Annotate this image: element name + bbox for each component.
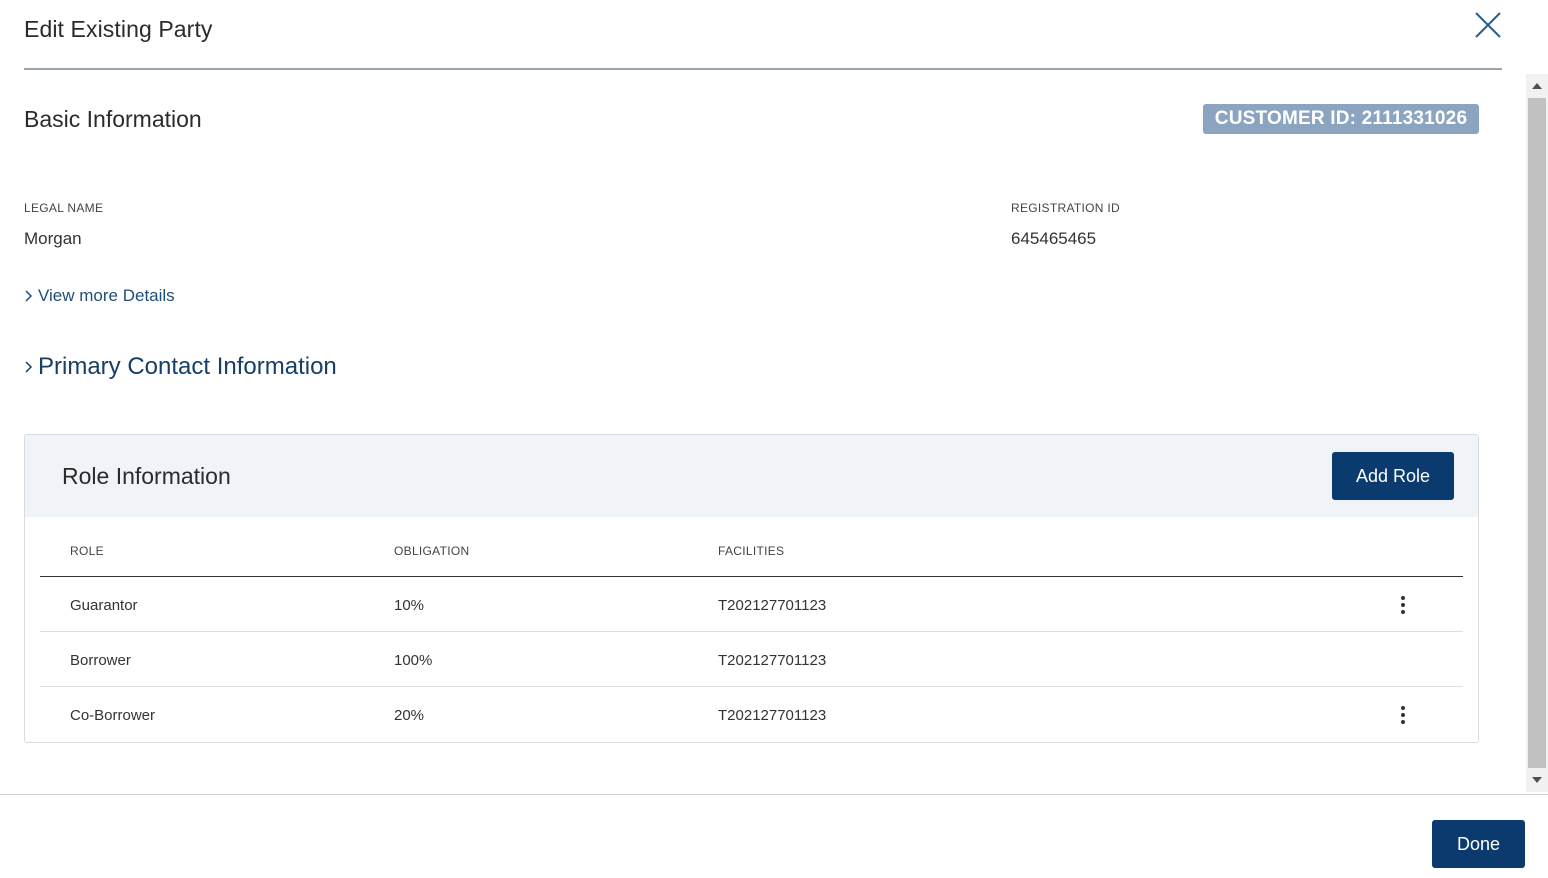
role-table: ROLE OBLIGATION FACILITIES Guarantor 10%… [40, 517, 1463, 742]
registration-id-value: 645465465 [1011, 229, 1097, 248]
role-info-title: Role Information [62, 463, 231, 489]
modal-footer: Done [0, 794, 1548, 878]
role-cell: Co-Borrower [70, 707, 156, 724]
obligation-cell: 10% [394, 597, 425, 614]
primary-contact-label: Primary Contact Information [38, 353, 337, 380]
legal-name-label: LEGAL NAME [24, 201, 104, 215]
kebab-menu-icon[interactable] [1395, 704, 1411, 726]
column-header-obligation: OBLIGATION [394, 544, 470, 558]
obligation-cell: 100% [394, 652, 433, 669]
scroll-up-arrow-icon[interactable] [1526, 76, 1548, 96]
modal-body: Basic Information CUSTOMER ID: 211133102… [0, 72, 1524, 794]
table-row: Co-Borrower 20% T202127701123 [40, 687, 1463, 742]
close-icon[interactable] [1474, 10, 1502, 40]
view-more-details-link[interactable]: View more Details [24, 286, 175, 306]
facilities-cell: T202127701123 [718, 597, 827, 614]
role-card-header: Role Information Add Role [25, 435, 1478, 517]
legal-name-value: Morgan [24, 229, 82, 248]
view-more-details-label: View more Details [38, 286, 175, 305]
primary-contact-toggle[interactable]: Primary Contact Information [24, 353, 337, 381]
customer-id-badge: CUSTOMER ID: 2111331026 [1203, 104, 1479, 134]
role-cell: Borrower [70, 652, 131, 669]
table-header: ROLE OBLIGATION FACILITIES [40, 517, 1463, 577]
scroll-down-arrow-icon[interactable] [1526, 770, 1548, 790]
obligation-cell: 20% [394, 707, 425, 724]
table-row: Guarantor 10% T202127701123 [40, 577, 1463, 632]
facilities-cell: T202127701123 [718, 707, 827, 724]
table-row: Borrower 100% T202127701123 [40, 632, 1463, 687]
column-header-role: ROLE [70, 544, 104, 558]
role-cell: Guarantor [70, 597, 138, 614]
modal-title: Edit Existing Party [24, 16, 213, 42]
done-button[interactable]: Done [1432, 820, 1525, 868]
vertical-scrollbar[interactable] [1526, 74, 1548, 792]
role-information-card: Role Information Add Role ROLE OBLIGATIO… [24, 434, 1479, 743]
edit-party-modal: Edit Existing Party Basic Information CU… [0, 0, 1548, 878]
facilities-cell: T202127701123 [718, 652, 827, 669]
kebab-menu-icon[interactable] [1395, 594, 1411, 616]
add-role-button[interactable]: Add Role [1332, 452, 1454, 500]
scrollbar-thumb[interactable] [1528, 98, 1546, 768]
chevron-right-icon [24, 359, 34, 375]
basic-info-title: Basic Information [24, 106, 202, 132]
modal-header: Edit Existing Party [24, 0, 1502, 70]
chevron-right-icon [24, 289, 34, 303]
column-header-facilities: FACILITIES [718, 544, 785, 558]
registration-id-label: REGISTRATION ID [1011, 201, 1120, 215]
